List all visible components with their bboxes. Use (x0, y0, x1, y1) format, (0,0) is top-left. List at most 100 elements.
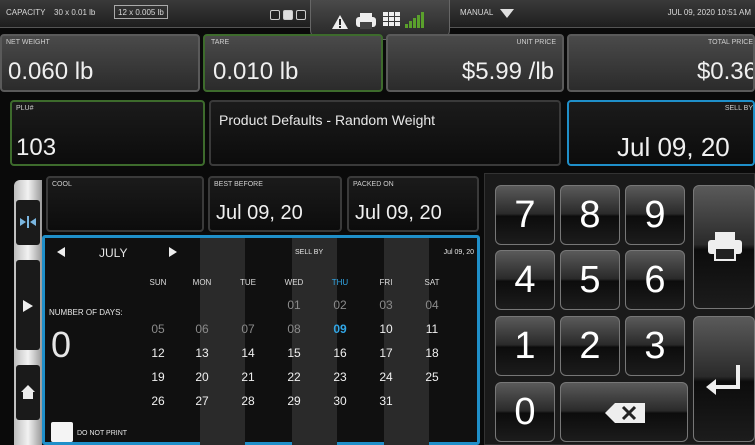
weekday-header: FRI (379, 278, 393, 287)
do-not-print-checkbox[interactable] (51, 422, 73, 442)
best-before-label: BEST BEFORE (214, 181, 263, 188)
calendar-day[interactable]: 24 (366, 370, 406, 384)
plu-value: 103 (16, 134, 57, 161)
calendar-day: 04 (425, 298, 439, 312)
calendar-day[interactable]: 14 (228, 346, 268, 360)
packed-on-panel[interactable]: PACKED ON Jul 09, 20 (347, 176, 479, 232)
calendar-header-label: SELL BY (295, 249, 324, 256)
number-of-days-label: NUMBER OF DAYS: (49, 308, 123, 317)
total-price-label: TOTAL PRICE (708, 39, 753, 46)
calendar-day[interactable]: 31 (366, 394, 406, 408)
calendar-day: 07 (241, 322, 255, 336)
sell-by-value: Jul 09, 20 (617, 132, 730, 162)
calendar-day[interactable]: 23 (320, 370, 360, 384)
calendar-day[interactable]: 22 (274, 370, 314, 384)
key-6[interactable]: 6 (625, 250, 685, 310)
calendar-day[interactable]: 18 (412, 346, 452, 360)
do-not-print-label: DO NOT PRINT (77, 430, 128, 437)
calendar-day[interactable]: 10 (366, 322, 406, 336)
side-nav (14, 180, 42, 445)
calendar-day[interactable]: 20 (182, 370, 222, 384)
grid-icon (383, 12, 400, 26)
cool-panel[interactable]: COOL (46, 176, 204, 232)
weekday-header: WED (284, 278, 304, 287)
calendar-day[interactable]: 27 (182, 394, 222, 408)
calendar-day[interactable]: 21 (228, 370, 268, 384)
printer-icon (356, 13, 376, 29)
unit-price-value: $5.99 /lb (461, 58, 554, 85)
plu-panel[interactable]: PLU# 103 (10, 100, 205, 166)
key-5[interactable]: 5 (560, 250, 620, 310)
calendar-day[interactable]: 19 (138, 370, 178, 384)
weekday-header: SUN (149, 278, 167, 287)
unit-price-label: UNIT PRICE (516, 39, 556, 46)
backspace-icon (605, 403, 645, 423)
calendar-header-date: Jul 09, 20 (443, 249, 474, 256)
calendar-day: 08 (287, 322, 301, 336)
total-price-panel: TOTAL PRICE $0.36 (567, 34, 755, 92)
home-icon (21, 385, 35, 399)
best-before-panel[interactable]: BEST BEFORE Jul 09, 20 (208, 176, 342, 232)
key-1[interactable]: 1 (495, 316, 555, 376)
calendar-day: 01 (287, 298, 301, 312)
window-icon (283, 10, 293, 20)
next-month-icon[interactable] (169, 247, 177, 257)
cool-label: COOL (52, 181, 72, 188)
tare-panel[interactable]: TARE 0.010 lb (203, 34, 383, 92)
calendar-day: 02 (333, 298, 347, 312)
plu-label: PLU# (16, 105, 34, 112)
key-2[interactable]: 2 (560, 316, 620, 376)
capacity-label: CAPACITY (6, 8, 46, 17)
sell-by-panel[interactable]: SELL BY Jul 09, 20 (567, 100, 755, 166)
net-weight-value: 0.060 lb (8, 58, 94, 85)
calendar-day[interactable]: 26 (138, 394, 178, 408)
unit-price-panel[interactable]: UNIT PRICE $5.99 /lb (386, 34, 564, 92)
key-4[interactable]: 4 (495, 250, 555, 310)
signal-icon (405, 12, 424, 28)
calendar-day[interactable]: 15 (274, 346, 314, 360)
tare-value: 0.010 lb (213, 58, 299, 85)
calendar-panel: JULY SELL BY Jul 09, 20 NUMBER OF DAYS: … (42, 235, 480, 445)
calendar-day[interactable]: 11 (412, 322, 452, 336)
datetime: JUL 09, 2020 10:51 AM (667, 8, 751, 17)
key-3[interactable]: 3 (625, 316, 685, 376)
warning-icon (332, 15, 348, 29)
chevron-right-icon (23, 300, 33, 312)
calendar-day[interactable]: 12 (138, 346, 178, 360)
mode-dropdown-icon[interactable] (500, 9, 514, 19)
prev-month-icon[interactable] (57, 247, 65, 257)
key-8[interactable]: 8 (560, 185, 620, 245)
weekday-header: THU (331, 278, 349, 287)
weekday-header: SAT (424, 278, 440, 287)
key-7[interactable]: 7 (495, 185, 555, 245)
mode-label[interactable]: MANUAL (460, 8, 493, 17)
backspace-button[interactable] (560, 382, 688, 442)
calendar-day[interactable]: 16 (320, 346, 360, 360)
best-before-value: Jul 09, 20 (216, 202, 303, 224)
calendar-day: 03 (379, 298, 393, 312)
numeric-keypad: 789 456 123 0 (484, 173, 755, 445)
number-of-days-value[interactable]: 0 (51, 324, 71, 366)
key-0[interactable]: 0 (495, 382, 555, 442)
calendar-day[interactable]: 30 (320, 394, 360, 408)
tare-label: TARE (211, 39, 230, 46)
calendar-day[interactable]: 25 (412, 370, 452, 384)
calendar-day[interactable]: 28 (228, 394, 268, 408)
enter-button[interactable] (693, 316, 755, 442)
calendar-day[interactable]: 09 (320, 322, 360, 336)
key-9[interactable]: 9 (625, 185, 685, 245)
capacity-range-1: 30 x 0.01 lb (54, 8, 96, 17)
side-nav-expand-button[interactable] (16, 260, 40, 350)
calendar-day: 05 (151, 322, 165, 336)
calendar-day[interactable]: 13 (182, 346, 222, 360)
packed-on-value: Jul 09, 20 (355, 202, 442, 224)
packed-on-label: PACKED ON (353, 181, 394, 188)
side-nav-scale-button[interactable] (16, 200, 40, 245)
calendar-day[interactable]: 29 (274, 394, 314, 408)
product-description: Product Defaults - Random Weight (219, 112, 436, 128)
print-button[interactable] (693, 185, 755, 309)
description-panel[interactable]: Product Defaults - Random Weight (209, 100, 561, 166)
calendar-day[interactable]: 17 (366, 346, 406, 360)
side-nav-home-button[interactable] (16, 365, 40, 420)
window-icon (270, 10, 280, 20)
